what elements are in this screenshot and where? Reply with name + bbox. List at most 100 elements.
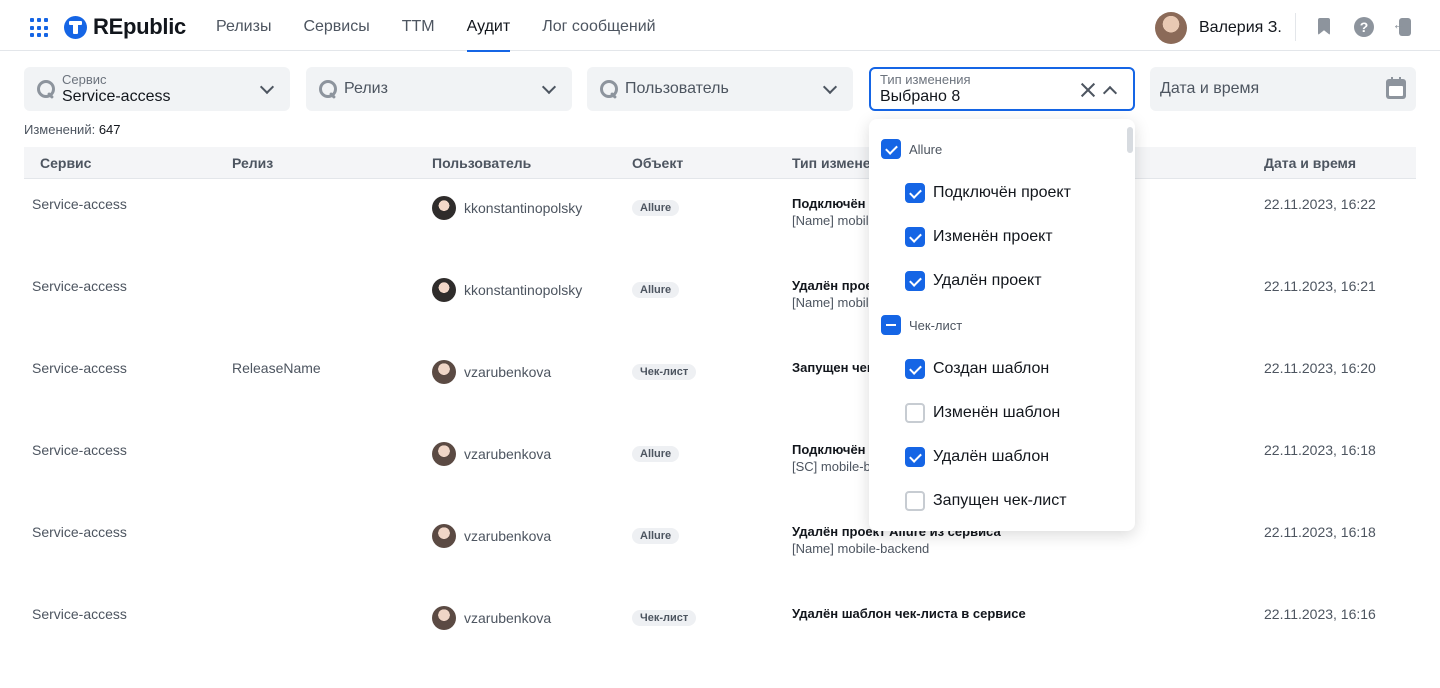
dropdown-group-label: Чек-лист — [909, 317, 963, 333]
cell-change-type: Удалён шаблон чек-листа в сервисе — [792, 606, 1252, 623]
dropdown-group-allure[interactable]: Allure — [881, 129, 942, 169]
dropdown-scrollbar[interactable] — [1125, 123, 1133, 527]
chevron-up-icon[interactable] — [1103, 83, 1117, 97]
apps-grid-icon[interactable] — [30, 18, 50, 38]
logout-icon[interactable] — [1392, 16, 1412, 37]
user-login: vzarubenkova — [464, 610, 552, 626]
bookmark-icon[interactable] — [1314, 17, 1334, 37]
dropdown-option-project-connected[interactable]: Подключён проект — [905, 173, 1071, 213]
changes-count-label: Изменений: — [24, 122, 96, 137]
checkbox-checked-icon[interactable] — [905, 227, 925, 247]
chevron-down-icon[interactable] — [823, 81, 837, 95]
column-service[interactable]: Сервис — [40, 155, 91, 171]
republic-logo-icon — [64, 15, 87, 39]
cell-datetime: 22.11.2023, 16:18 — [1264, 524, 1376, 540]
chevron-down-icon[interactable] — [260, 81, 274, 95]
object-badge: Allure — [632, 282, 680, 298]
table-row[interactable]: Service-access vzarubenkova Чек-лист Уда… — [24, 606, 1416, 688]
close-icon[interactable] — [1079, 81, 1097, 99]
nav-item-ttm[interactable]: ТТМ — [402, 0, 435, 51]
republic-logo[interactable]: REpublic — [64, 14, 186, 40]
table-header: Сервис Релиз Пользователь Объект Тип изм… — [24, 147, 1416, 179]
search-icon — [599, 79, 619, 99]
column-object[interactable]: Объект — [632, 155, 683, 171]
cell-release: ReleaseName — [232, 360, 321, 376]
table-row[interactable]: Service-access kkonstantinopolsky Allure… — [24, 196, 1416, 278]
nav-item-audit[interactable]: Аудит — [466, 0, 510, 52]
dropdown-option-label: Создан шаблон — [933, 360, 1050, 377]
checkbox-checked-icon[interactable] — [881, 139, 901, 159]
dropdown-group-label: Allure — [909, 141, 943, 157]
dropdown-option-label: Изменён шаблон — [933, 404, 1061, 421]
cell-datetime: 22.11.2023, 16:18 — [1264, 442, 1376, 458]
dropdown-option-project-deleted[interactable]: Удалён проект — [905, 261, 1042, 301]
checkbox-checked-icon[interactable] — [905, 271, 925, 291]
dropdown-option-checklist-started[interactable]: Запущен чек-лист — [905, 481, 1067, 521]
dropdown-option-label: Запущен чек-лист — [933, 492, 1067, 509]
change-type-filter-label: Тип изменения — [880, 72, 971, 87]
calendar-icon[interactable] — [1386, 77, 1406, 99]
column-release[interactable]: Релиз — [232, 155, 273, 171]
cell-user: kkonstantinopolsky — [432, 196, 582, 220]
filters-bar: Сервис Service-access Релиз Пользователь… — [24, 67, 1416, 111]
user-login: vzarubenkova — [464, 364, 552, 380]
cell-user: kkonstantinopolsky — [432, 278, 582, 302]
checkbox-unchecked-icon[interactable] — [905, 491, 925, 511]
user-login: vzarubenkova — [464, 446, 552, 462]
cell-user: vzarubenkova — [432, 606, 551, 630]
user-filter[interactable]: Пользователь — [587, 67, 853, 111]
table-row[interactable]: Service-access kkonstantinopolsky Allure… — [24, 278, 1416, 360]
checkbox-unchecked-icon[interactable] — [905, 403, 925, 423]
table-row[interactable]: Service-access vzarubenkova Allure Удалё… — [24, 524, 1416, 606]
search-icon — [36, 79, 56, 99]
service-filter-label: Сервис — [62, 72, 107, 87]
cell-service: Service-access — [32, 278, 127, 294]
scrollbar-thumb[interactable] — [1127, 127, 1133, 153]
table-row[interactable]: Service-access vzarubenkova Allure Подкл… — [24, 442, 1416, 524]
avatar — [432, 606, 456, 630]
nav-item-services[interactable]: Сервисы — [303, 0, 369, 51]
logo-text: REpublic — [93, 14, 186, 39]
cell-user: vzarubenkova — [432, 442, 551, 466]
checkbox-checked-icon[interactable] — [905, 447, 925, 467]
cell-service: Service-access — [32, 196, 127, 212]
service-filter[interactable]: Сервис Service-access — [24, 67, 290, 111]
checkbox-checked-icon[interactable] — [905, 359, 925, 379]
dropdown-option-template-changed[interactable]: Изменён шаблон — [905, 393, 1060, 433]
dropdown-option-project-changed[interactable]: Изменён проект — [905, 217, 1053, 257]
user-filter-placeholder: Пользователь — [625, 80, 729, 97]
user-menu[interactable]: Валерия З. — [1155, 12, 1282, 44]
checkbox-partial-icon[interactable] — [881, 315, 901, 335]
cell-service: Service-access — [32, 524, 127, 540]
object-badge: Чек-лист — [632, 364, 697, 380]
dropdown-option-label: Подключён проект — [933, 184, 1071, 201]
nav-item-message-log[interactable]: Лог сообщений — [542, 0, 655, 51]
user-login: kkonstantinopolsky — [464, 282, 583, 298]
dropdown-group-checklist[interactable]: Чек-лист — [881, 305, 962, 345]
cell-datetime: 22.11.2023, 16:20 — [1264, 360, 1376, 376]
avatar — [432, 442, 456, 466]
main-navigation: Релизы Сервисы ТТМ Аудит Лог сообщений — [216, 0, 688, 52]
dropdown-option-label: Удалён шаблон — [933, 448, 1050, 465]
changes-count-value: 647 — [98, 122, 121, 137]
column-user[interactable]: Пользователь — [432, 155, 531, 171]
chevron-down-icon[interactable] — [542, 81, 556, 95]
cell-service: Service-access — [32, 442, 127, 458]
dropdown-option-label: Удалён проект — [933, 272, 1042, 289]
column-datetime[interactable]: Дата и время — [1264, 155, 1356, 171]
cell-datetime: 22.11.2023, 16:21 — [1264, 278, 1376, 294]
dropdown-option-template-deleted[interactable]: Удалён шаблон — [905, 437, 1049, 477]
release-filter[interactable]: Релиз — [306, 67, 572, 111]
object-badge: Чек-лист — [632, 610, 697, 626]
avatar — [432, 196, 456, 220]
datetime-filter[interactable]: Дата и время — [1150, 67, 1416, 111]
nav-item-releases[interactable]: Релизы — [216, 0, 271, 51]
table-row[interactable]: Service-access ReleaseName vzarubenkova … — [24, 360, 1416, 442]
top-navigation-bar: REpublic Релизы Сервисы ТТМ Аудит Лог со… — [0, 0, 1440, 52]
help-icon[interactable]: ? — [1354, 17, 1374, 37]
checkbox-checked-icon[interactable] — [905, 183, 925, 203]
dropdown-option-template-created[interactable]: Создан шаблон — [905, 349, 1049, 389]
cell-user: vzarubenkova — [432, 524, 551, 548]
cell-datetime: 22.11.2023, 16:16 — [1264, 606, 1376, 622]
change-type-filter[interactable]: Тип изменения Выбрано 8 — [869, 67, 1135, 111]
